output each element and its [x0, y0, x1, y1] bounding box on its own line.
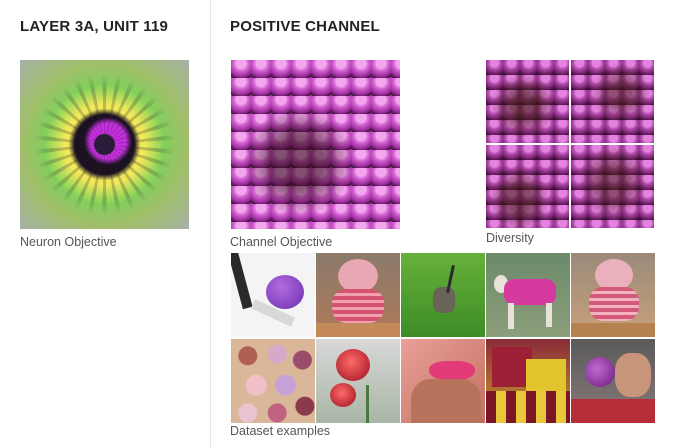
diversity-image-2: [571, 60, 654, 143]
diversity-image-4: [571, 145, 654, 228]
dataset-example-dog-in-pink-sweater: [486, 253, 570, 337]
right-column: POSITIVE CHANNEL Channel Objective Diver…: [211, 0, 678, 448]
dataset-examples-caption: Dataset examples: [230, 424, 331, 438]
dataset-example-pink-plush-toy-2: [571, 253, 655, 337]
channel-objective-caption: Channel Objective: [230, 235, 333, 249]
unit-title: LAYER 3A, UNIT 119: [20, 18, 169, 35]
dataset-example-pink-plush-toy: [316, 253, 400, 337]
channel-objective-image: [231, 60, 400, 229]
neuron-objective-caption: Neuron Objective: [20, 235, 117, 249]
dataset-example-person-with-microphone: [571, 339, 655, 423]
dataset-example-pink-bikini: [401, 339, 485, 423]
dataset-example-red-roses: [316, 339, 400, 423]
dataset-example-pompom: [231, 253, 315, 337]
neuron-objective-image: [20, 60, 189, 229]
dataset-example-sports-crowd: [486, 339, 570, 423]
dataset-example-antelope-on-grass: [401, 253, 485, 337]
dataset-example-eyeshadow-palette: [231, 339, 315, 423]
diversity-caption: Diversity: [486, 231, 534, 245]
diversity-image-3: [486, 145, 569, 228]
diversity-image-1: [486, 60, 569, 143]
channel-title: POSITIVE CHANNEL: [230, 18, 380, 35]
left-column: LAYER 3A, UNIT 119 Neuron Objective: [0, 0, 211, 448]
diversity-grid: [486, 60, 655, 228]
